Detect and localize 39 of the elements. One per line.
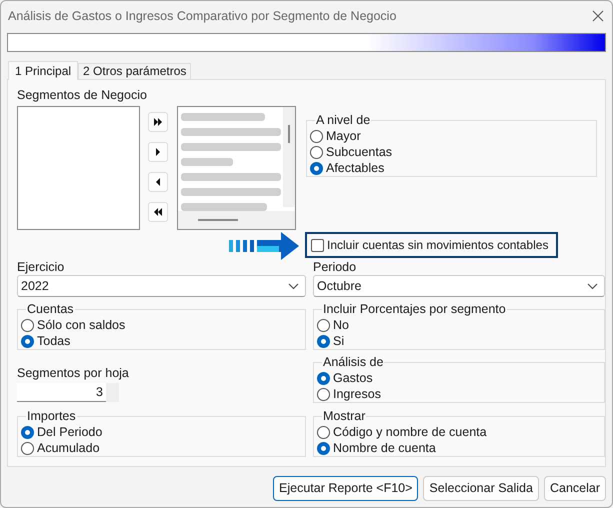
group-title: Importes (26, 409, 77, 424)
radio-option[interactable]: Ingresos (317, 386, 381, 402)
tab[interactable]: 1 Principal (8, 61, 78, 80)
field-label: Segmentos por hoja (17, 366, 130, 382)
radio-option[interactable]: Mayor (310, 128, 361, 144)
radio-option[interactable]: Sólo con saldos (21, 317, 126, 334)
radio-option[interactable]: No (317, 317, 349, 334)
tab[interactable]: 2 Otros parámetros (78, 63, 192, 79)
list-box[interactable] (17, 106, 140, 230)
dropdown[interactable]: Octubre (313, 275, 605, 298)
dialog-button[interactable]: Ejecutar Reporte <F10> (273, 476, 418, 501)
radio-option[interactable]: Subcuentas (310, 144, 392, 160)
field-label: Segmentos de Negocio (17, 88, 148, 103)
transfer-button[interactable] (148, 112, 168, 132)
dialog-button[interactable]: Seleccionar Salida (423, 476, 539, 501)
radio-option[interactable]: Código y nombre de cuenta (317, 424, 487, 440)
transfer-button[interactable] (148, 172, 168, 192)
radio-option[interactable]: Del Periodo (21, 424, 102, 440)
radio-option[interactable]: Gastos (317, 370, 373, 386)
radio-option[interactable]: Afectables (310, 160, 384, 176)
field-label: Ejercicio (17, 260, 66, 276)
field-label: Periodo (313, 260, 358, 276)
dialog-button[interactable]: Cancelar (544, 476, 606, 501)
dropdown[interactable]: 2022 (17, 275, 306, 298)
number-field[interactable]: 3 (17, 383, 106, 402)
checkbox-option[interactable]: Incluir cuentas sin movimientos contables (311, 237, 548, 254)
radio-option[interactable]: Todas (21, 333, 70, 350)
group-title: Incluir Porcentajes por segmento (322, 302, 507, 318)
radio-option[interactable]: Si (317, 333, 344, 350)
double-left-arrow-icon (152, 206, 164, 218)
transfer-button[interactable] (148, 142, 168, 162)
radio-option[interactable]: Acumulado (21, 440, 100, 456)
transfer-button[interactable] (148, 202, 168, 222)
chevron-down-icon (587, 282, 598, 290)
radio-option[interactable]: Nombre de cuenta (317, 440, 436, 456)
close-icon[interactable] (592, 10, 604, 22)
window-title: Análisis de Gastos o Ingresos Comparativo por Segmento de Negocio (8, 8, 396, 25)
chevron-down-icon (288, 282, 299, 290)
double-right-arrow-icon (152, 116, 164, 128)
